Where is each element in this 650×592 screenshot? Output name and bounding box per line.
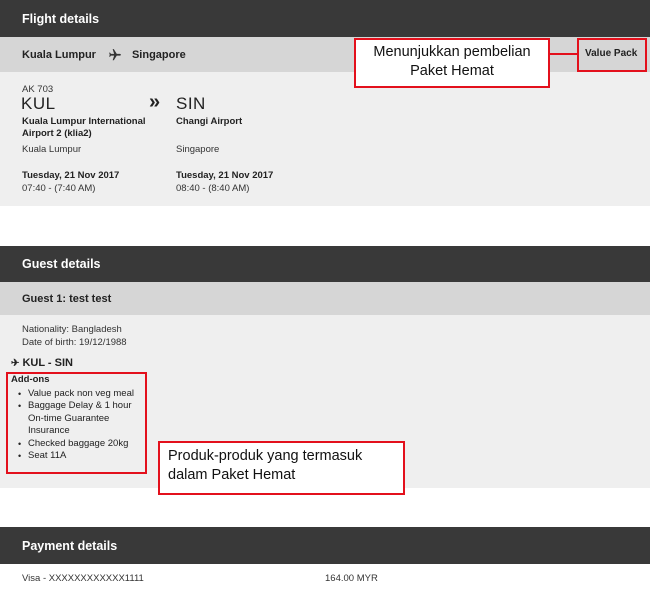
origin-city: Kuala Lumpur	[22, 144, 82, 155]
guest-details-header: Guest details	[0, 246, 650, 282]
payment-amount: 164.00 MYR	[325, 573, 378, 584]
guest-route: ✈ KUL - SIN	[11, 357, 73, 369]
flight-details-header: Flight details	[0, 0, 650, 37]
origin-time: 07:40 - (7:40 AM)	[22, 183, 96, 194]
guest-details-title: Guest details	[22, 257, 101, 271]
value-pack-callout-text: Menunjukkan pembelian Paket Hemat	[373, 44, 531, 79]
payment-method: Visa - XXXXXXXXXXXX1111	[22, 573, 144, 584]
destination-time: 08:40 - (8:40 AM)	[176, 183, 250, 194]
destination-airport: Changi Airport	[176, 116, 243, 127]
products-callout-text: Produk-produk yang termasuk dalam Paket …	[168, 448, 363, 483]
airplane-icon: ✈	[11, 358, 20, 369]
destination-city: Singapore	[176, 144, 220, 155]
airplane-icon	[108, 48, 122, 62]
guest-nationality: Nationality: Bangladesh	[22, 324, 122, 335]
callout-connector-line	[550, 53, 577, 55]
flight-details-title: Flight details	[22, 11, 100, 26]
route-to: Singapore	[131, 48, 186, 61]
addons-highlight-box	[6, 372, 147, 474]
payment-details-title: Payment details	[22, 538, 118, 553]
destination-code: SIN	[176, 94, 206, 113]
guest-name: Guest 1: test test	[22, 292, 112, 305]
payment-panel: Visa - XXXXXXXXXXXX1111 164.00 MYR	[0, 564, 650, 592]
route-from: Kuala Lumpur	[22, 48, 96, 61]
payment-details-header: Payment details	[0, 527, 650, 564]
origin-date: Tuesday, 21 Nov 2017	[22, 170, 120, 181]
guest-dob: Date of birth: 19/12/1988	[22, 337, 127, 348]
value-pack-highlight-box	[577, 38, 647, 72]
destination-date: Tuesday, 21 Nov 2017	[176, 170, 274, 181]
guest-name-bar: Guest 1: test test	[0, 282, 650, 315]
origin-airport: Kuala Lumpur International Airport 2 (kl…	[22, 116, 146, 139]
value-pack-callout: Menunjukkan pembelian Paket Hemat	[354, 38, 550, 88]
products-callout: Produk-produk yang termasuk dalam Paket …	[158, 441, 405, 495]
flight-info-panel: AK 703 KUL » SIN Kuala Lumpur Internatio…	[0, 72, 650, 206]
guest-route-text: KUL - SIN	[22, 357, 73, 369]
route-arrow: »	[149, 91, 161, 113]
origin-code: KUL	[21, 94, 56, 113]
